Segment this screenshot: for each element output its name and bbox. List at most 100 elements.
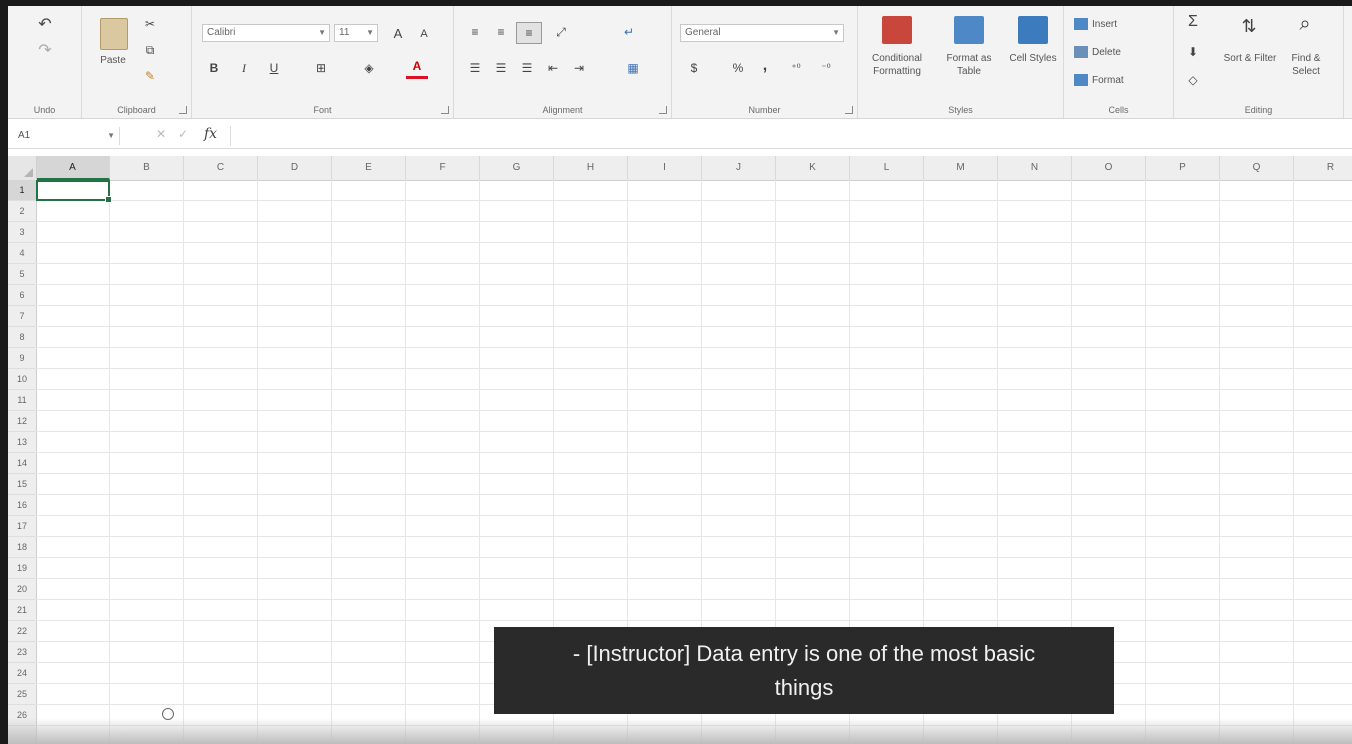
column-header-g[interactable]: G: [480, 156, 554, 180]
row-header-24[interactable]: 24: [8, 663, 36, 684]
align-left-icon[interactable]: ☰: [464, 58, 486, 78]
middle-align-icon[interactable]: ≡: [490, 22, 512, 42]
borders-icon[interactable]: ⊞: [310, 58, 332, 78]
decrease-indent-icon[interactable]: ⇤: [542, 58, 564, 78]
shrink-font-button[interactable]: A: [414, 24, 434, 44]
bold-button[interactable]: B: [206, 58, 222, 78]
row-header-9[interactable]: 9: [8, 348, 36, 369]
cut-icon[interactable]: ✂: [140, 14, 160, 34]
comma-style-button[interactable]: ,: [758, 56, 772, 76]
formula-input[interactable]: [230, 126, 1352, 146]
alignment-launcher-icon[interactable]: [659, 106, 667, 114]
percent-button[interactable]: %: [728, 58, 748, 78]
number-format-select[interactable]: General ▼: [680, 24, 844, 42]
row-header-18[interactable]: 18: [8, 537, 36, 558]
row-header-7[interactable]: 7: [8, 306, 36, 327]
row-header-19[interactable]: 19: [8, 558, 36, 579]
font-color-button[interactable]: A: [406, 56, 428, 79]
row-header-3[interactable]: 3: [8, 222, 36, 243]
align-right-icon[interactable]: ☰: [516, 58, 538, 78]
column-header-a[interactable]: A: [36, 156, 110, 180]
column-header-r[interactable]: R: [1294, 156, 1352, 180]
increase-indent-icon[interactable]: ⇥: [568, 58, 590, 78]
row-header-23[interactable]: 23: [8, 642, 36, 663]
format-painter-icon[interactable]: ✎: [140, 66, 160, 86]
autosum-button[interactable]: Σ: [1182, 12, 1204, 32]
delete-cells-button[interactable]: Delete: [1074, 42, 1164, 62]
column-header-e[interactable]: E: [332, 156, 406, 180]
cell-styles-button[interactable]: Cell Styles: [1008, 52, 1058, 65]
select-all-button[interactable]: [8, 156, 37, 180]
currency-button[interactable]: $: [684, 58, 704, 78]
conditional-formatting-button[interactable]: Conditional Formatting: [862, 52, 932, 78]
font-launcher-icon[interactable]: [441, 106, 449, 114]
row-header-21[interactable]: 21: [8, 600, 36, 621]
active-cell[interactable]: [36, 180, 112, 203]
name-box[interactable]: A1 ▼: [12, 127, 120, 145]
column-header-m[interactable]: M: [924, 156, 998, 180]
column-header-q[interactable]: Q: [1220, 156, 1294, 180]
column-header-h[interactable]: H: [554, 156, 628, 180]
row-header-22[interactable]: 22: [8, 621, 36, 642]
paste-button-label[interactable]: Paste: [92, 54, 134, 67]
row-header-17[interactable]: 17: [8, 516, 36, 537]
find-select-button[interactable]: Find & Select: [1278, 52, 1334, 78]
cancel-icon[interactable]: ✕: [156, 127, 166, 141]
orientation-icon[interactable]: ⤢: [546, 22, 576, 42]
sort-filter-icon[interactable]: ⇅: [1232, 16, 1266, 36]
row-header-6[interactable]: 6: [8, 285, 36, 306]
format-cells-button[interactable]: Format: [1074, 70, 1164, 90]
insert-function-button[interactable]: fx: [204, 126, 217, 142]
row-header-5[interactable]: 5: [8, 264, 36, 285]
row-header-1[interactable]: 1: [8, 180, 36, 201]
number-launcher-icon[interactable]: [845, 106, 853, 114]
merge-center-icon[interactable]: ▦: [618, 58, 648, 78]
wrap-text-icon[interactable]: ↵: [618, 22, 640, 42]
clear-icon[interactable]: ◇: [1182, 70, 1204, 90]
column-header-f[interactable]: F: [406, 156, 480, 180]
column-header-j[interactable]: J: [702, 156, 776, 180]
row-header-4[interactable]: 4: [8, 243, 36, 264]
increase-decimal-icon[interactable]: ⁺⁰: [784, 58, 808, 78]
column-header-c[interactable]: C: [184, 156, 258, 180]
format-as-table-icon[interactable]: [954, 16, 984, 44]
redo-icon[interactable]: ↷: [30, 40, 60, 60]
row-header-15[interactable]: 15: [8, 474, 36, 495]
font-name-select[interactable]: Calibri ▼: [202, 24, 330, 42]
fill-icon[interactable]: ⬇: [1182, 42, 1204, 62]
column-header-n[interactable]: N: [998, 156, 1072, 180]
row-header-11[interactable]: 11: [8, 390, 36, 411]
insert-cells-button[interactable]: Insert: [1074, 14, 1164, 34]
column-header-p[interactable]: P: [1146, 156, 1220, 180]
column-header-i[interactable]: I: [628, 156, 702, 180]
fill-color-icon[interactable]: ◈: [358, 58, 380, 78]
grow-font-button[interactable]: A: [388, 23, 408, 43]
row-header-16[interactable]: 16: [8, 495, 36, 516]
bottom-align-icon[interactable]: ≡: [516, 22, 542, 44]
cell-styles-icon[interactable]: [1018, 16, 1048, 44]
sort-filter-button[interactable]: Sort & Filter: [1222, 52, 1278, 65]
align-center-icon[interactable]: ☰: [490, 58, 512, 78]
font-size-select[interactable]: 11 ▼: [334, 24, 378, 42]
row-header-20[interactable]: 20: [8, 579, 36, 600]
paste-icon[interactable]: [100, 18, 128, 50]
column-header-o[interactable]: O: [1072, 156, 1146, 180]
copy-icon[interactable]: ⧉: [140, 40, 160, 60]
row-header-25[interactable]: 25: [8, 684, 36, 705]
column-header-d[interactable]: D: [258, 156, 332, 180]
column-header-k[interactable]: K: [776, 156, 850, 180]
column-header-l[interactable]: L: [850, 156, 924, 180]
search-icon[interactable]: ⌕: [1288, 13, 1322, 35]
row-header-2[interactable]: 2: [8, 201, 36, 222]
row-header-12[interactable]: 12: [8, 411, 36, 432]
decrease-decimal-icon[interactable]: ⁻⁰: [814, 58, 838, 78]
undo-icon[interactable]: ↶: [30, 14, 60, 34]
top-align-icon[interactable]: ≡: [464, 22, 486, 42]
italic-button[interactable]: I: [236, 58, 252, 78]
format-as-table-button[interactable]: Format as Table: [938, 52, 1000, 78]
underline-button[interactable]: U: [266, 58, 282, 78]
row-header-14[interactable]: 14: [8, 453, 36, 474]
clipboard-launcher-icon[interactable]: [179, 106, 187, 114]
enter-icon[interactable]: ✓: [178, 127, 188, 141]
row-header-8[interactable]: 8: [8, 327, 36, 348]
